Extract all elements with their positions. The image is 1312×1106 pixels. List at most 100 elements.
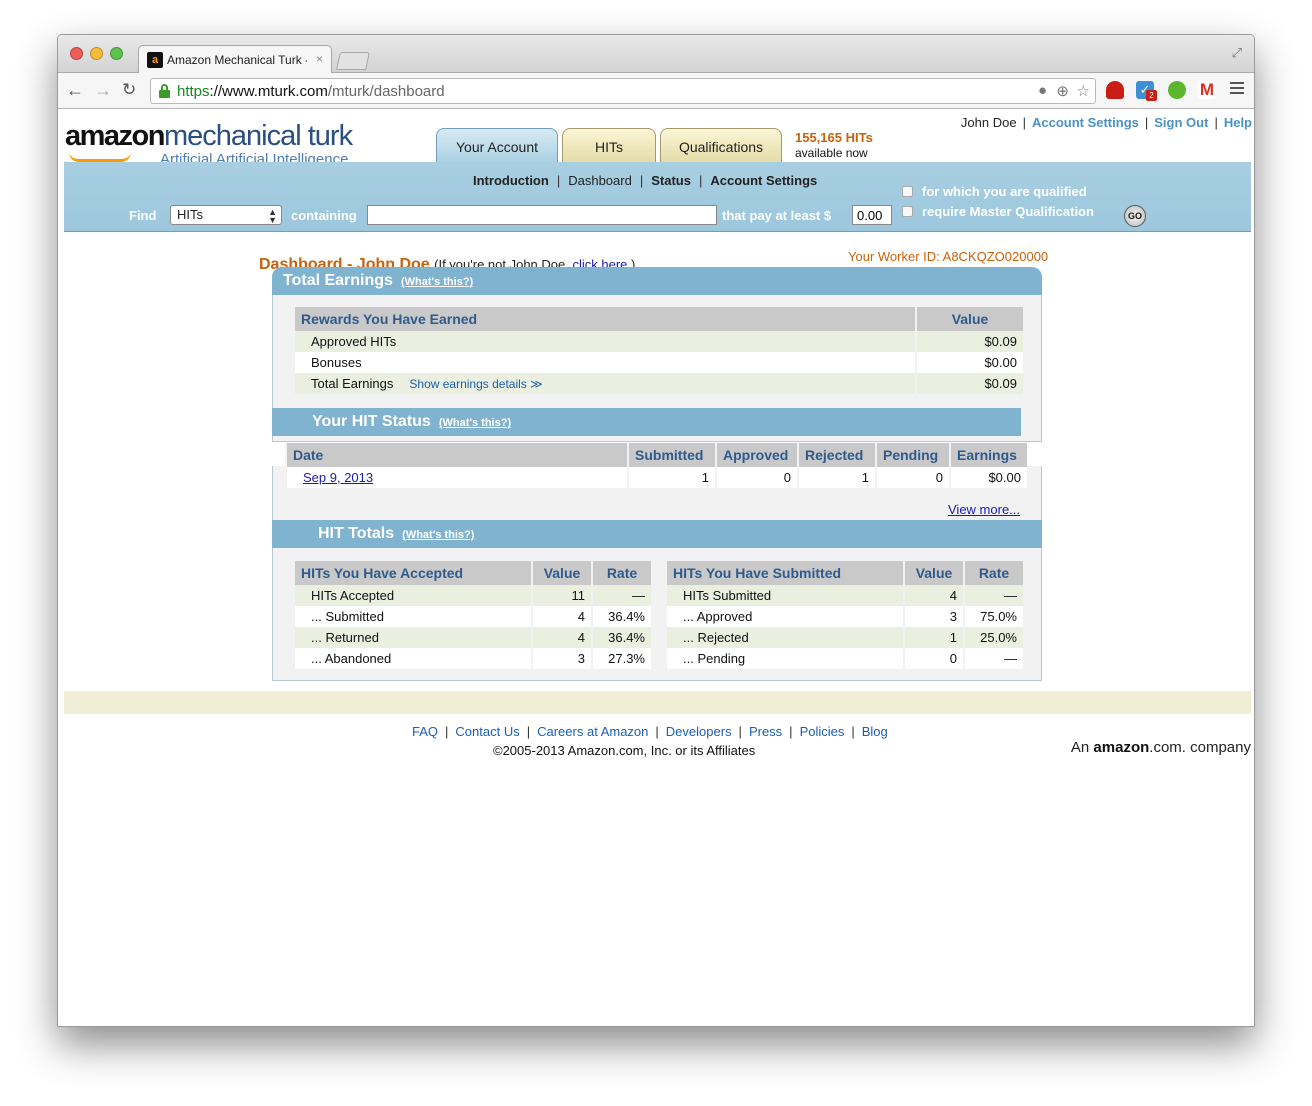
submitted-rate: — xyxy=(963,585,1023,606)
table-row: HITs Accepted 11 — xyxy=(293,585,651,606)
accepted-label: ... Abandoned xyxy=(293,648,532,669)
table-row: Sep 9, 2013 1 0 1 0 $0.00 xyxy=(285,467,1027,488)
status-pending: 0 xyxy=(875,467,950,488)
subnav-dashboard[interactable]: Dashboard xyxy=(568,173,632,188)
accepted-value: 4 xyxy=(531,627,592,648)
account-settings-link[interactable]: Account Settings xyxy=(1032,115,1139,130)
submitted-rate: — xyxy=(963,648,1023,669)
accepted-label: HITs Accepted xyxy=(293,585,532,606)
status-col-pending: Pending xyxy=(875,443,950,467)
min-reward-input[interactable] xyxy=(852,205,892,225)
window-close-button[interactable] xyxy=(70,47,83,60)
status-approved: 0 xyxy=(715,467,798,488)
status-col-submitted: Submitted xyxy=(627,443,716,467)
earnings-label: Approved HITs xyxy=(293,331,916,352)
extension-red-icon[interactable] xyxy=(1106,81,1124,99)
tab-qualifications[interactable]: Qualifications xyxy=(660,128,782,163)
hit-totals-whats-this-link[interactable]: (What's this?) xyxy=(402,529,474,541)
table-row: Total Earnings Show earnings details ≫ $0… xyxy=(293,373,1023,394)
new-tab-button[interactable] xyxy=(336,52,370,70)
status-date-link[interactable]: Sep 9, 2013 xyxy=(303,470,373,485)
table-row: ... Submitted 4 36.4% xyxy=(293,606,651,627)
hits-submitted-table: HITs You Have Submitted Value Rate HITs … xyxy=(665,561,1023,669)
earnings-value: $0.09 xyxy=(915,373,1023,394)
show-earnings-details-link[interactable]: Show earnings details ≫ xyxy=(409,377,542,391)
extension-check-icon[interactable]: ✓ 2 xyxy=(1136,81,1157,101)
subnav-status[interactable]: Status xyxy=(651,173,691,188)
footer-press-link[interactable]: Press xyxy=(749,724,782,739)
logo-amazon-text: amazon xyxy=(65,120,165,152)
submitted-col-value: Value xyxy=(903,561,964,585)
footer-blog-link[interactable]: Blog xyxy=(862,724,888,739)
footer-careers-link[interactable]: Careers at Amazon xyxy=(537,724,648,739)
accepted-label: ... Submitted xyxy=(293,606,532,627)
accepted-rate: 36.4% xyxy=(591,627,651,648)
accepted-rate: — xyxy=(591,585,651,606)
extension-green-icon[interactable] xyxy=(1168,81,1186,99)
master-checkbox[interactable] xyxy=(902,206,913,217)
browser-tab[interactable]: a Amazon Mechanical Turk - × xyxy=(138,45,332,74)
url-text[interactable]: https://www.mturk.com/mturk/dashboard xyxy=(177,83,445,100)
find-type-select[interactable]: HITs ▲ ▼ xyxy=(170,205,282,225)
back-arrow-icon[interactable]: ← xyxy=(66,80,84,100)
user-name: John Doe xyxy=(960,115,1017,130)
go-button[interactable]: GO xyxy=(1124,205,1146,227)
table-row: ... Approved 3 75.0% xyxy=(665,606,1023,627)
total-earnings-heading: Total Earnings xyxy=(283,272,393,289)
total-earnings-header: Total Earnings (What's this?) xyxy=(272,267,1042,295)
table-row: ... Abandoned 3 27.3% xyxy=(293,648,651,669)
window-minimize-button[interactable] xyxy=(90,47,103,60)
tab-close-icon[interactable]: × xyxy=(316,52,323,66)
hit-status-whats-this-link[interactable]: (What's this?) xyxy=(439,417,511,429)
bookmark-star-icon[interactable]: ☆ xyxy=(1077,82,1090,100)
status-rejected: 1 xyxy=(797,467,876,488)
reload-icon[interactable]: ↻ xyxy=(122,80,136,100)
help-link[interactable]: Help xyxy=(1224,115,1252,130)
zoom-icon[interactable]: ⊕ xyxy=(1056,82,1069,100)
fullscreen-icon[interactable]: ⤢ xyxy=(1232,45,1242,61)
lock-icon xyxy=(159,84,170,98)
amazon-company-logo[interactable]: An amazon.com. company xyxy=(1071,739,1251,756)
footer-developers-link[interactable]: Developers xyxy=(666,724,732,739)
submitted-label: ... Pending xyxy=(665,648,904,669)
hit-totals-header: HIT Totals (What's this?) xyxy=(272,520,1042,548)
sign-out-link[interactable]: Sign Out xyxy=(1154,115,1208,130)
footer-policies-link[interactable]: Policies xyxy=(800,724,845,739)
footer-contact-link[interactable]: Contact Us xyxy=(455,724,519,739)
subnav-account-settings[interactable]: Account Settings xyxy=(710,173,817,188)
table-row: ... Pending 0 — xyxy=(665,648,1023,669)
window-zoom-button[interactable] xyxy=(110,47,123,60)
address-bar[interactable]: https://www.mturk.com/mturk/dashboard ● … xyxy=(150,78,1096,104)
earnings-value: $0.09 xyxy=(915,331,1023,352)
browser-window: a Amazon Mechanical Turk - × ⤢ ← → ↻ htt… xyxy=(57,34,1255,1027)
table-row: Bonuses $0.00 xyxy=(293,352,1023,373)
submitted-col-label: HITs You Have Submitted xyxy=(665,561,904,585)
tab-strip: a Amazon Mechanical Turk - × ⤢ xyxy=(58,35,1254,74)
gmail-icon[interactable]: M xyxy=(1198,81,1216,99)
browser-menu-icon[interactable] xyxy=(1230,82,1244,97)
qualified-label: for which you are qualified xyxy=(922,184,1087,199)
find-label: Find xyxy=(129,208,157,223)
copyright: ©2005-2013 Amazon.com, Inc. or its Affil… xyxy=(493,743,756,758)
submitted-rate: 75.0% xyxy=(963,606,1023,627)
status-submitted: 1 xyxy=(627,467,716,488)
accepted-col-rate: Rate xyxy=(591,561,651,585)
tab-your-account[interactable]: Your Account xyxy=(436,128,558,164)
hits-count: 155,165 HITs xyxy=(795,130,873,145)
tab-hits[interactable]: HITs xyxy=(562,128,656,163)
subnav-introduction[interactable]: Introduction xyxy=(473,173,549,188)
keyword-input[interactable] xyxy=(367,205,717,225)
find-type-value: HITs xyxy=(177,207,203,222)
accepted-col-label: HITs You Have Accepted xyxy=(293,561,532,585)
qualified-checkbox[interactable] xyxy=(902,186,913,197)
earnings-col-rewards: Rewards You Have Earned xyxy=(293,307,916,331)
view-more-link[interactable]: View more... xyxy=(948,502,1020,517)
master-label: require Master Qualification xyxy=(922,204,1094,219)
mturk-logo[interactable]: amazonmechanical turk beta Artificial Ar… xyxy=(65,120,353,169)
footer-faq-link[interactable]: FAQ xyxy=(412,724,438,739)
accepted-col-value: Value xyxy=(531,561,592,585)
forward-arrow-icon[interactable]: → xyxy=(94,80,112,100)
logo-mturk-text: mechanical turk xyxy=(163,120,353,152)
lightbulb-icon[interactable]: ● xyxy=(1038,82,1047,99)
total-earnings-whats-this-link[interactable]: (What's this?) xyxy=(401,276,473,288)
